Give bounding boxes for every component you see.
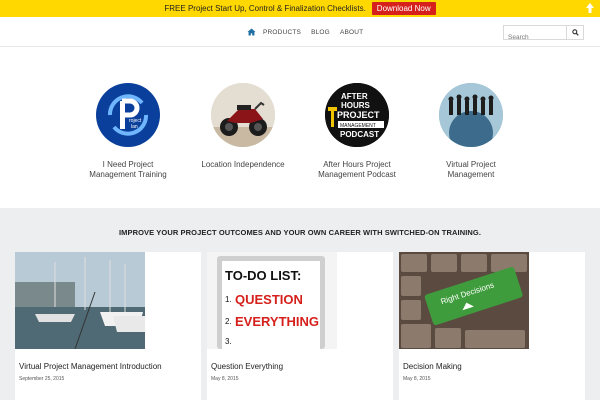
nav-item-products[interactable]: PRODUCTS	[263, 29, 301, 36]
podcast-logo: AFTER HOURS PROJECT MANAGEMENT PODCAST	[325, 83, 389, 147]
feature-label[interactable]: I Need Project Management Training	[68, 160, 188, 179]
todo-list-image: TO-DO LIST: 1. QUESTION 2. EVERYTHING 3.	[207, 252, 337, 349]
post-card[interactable]: Right Decisions Decision Making May 8, 2…	[399, 252, 585, 412]
search-input[interactable]	[504, 31, 564, 44]
feature-section: roject lan I Need Project Management Tra…	[0, 55, 600, 207]
team-photo	[439, 83, 503, 147]
posts-section: IMPROVE YOUR PROJECT OUTCOMES AND YOUR O…	[0, 208, 600, 412]
podcast-text-1: AFTER	[341, 92, 368, 101]
post-card[interactable]: TO-DO LIST: 1. QUESTION 2. EVERYTHING 3.…	[207, 252, 393, 412]
feature-label-line1: Location Independence	[201, 160, 285, 169]
feature-virtual-pm[interactable]: Virtual Project Management	[411, 83, 531, 179]
feature-label[interactable]: Location Independence	[183, 160, 303, 170]
post-date: May 8, 2015	[211, 376, 239, 382]
feature-label-line2: Management	[447, 169, 495, 179]
motorcycle-image	[211, 83, 275, 147]
podcast-text-5: PODCAST	[340, 130, 379, 139]
tagline: IMPROVE YOUR PROJECT OUTCOMES AND YOUR O…	[118, 228, 482, 237]
feature-pm-training[interactable]: roject lan I Need Project Management Tra…	[68, 83, 188, 179]
feature-label-line2: Management Podcast	[318, 169, 396, 179]
podcast-text-4: MANAGEMENT	[340, 123, 376, 129]
project-plan-logo: roject lan	[96, 83, 160, 147]
post-title[interactable]: Decision Making	[403, 362, 462, 371]
download-now-button[interactable]: Download Now	[371, 2, 436, 15]
logo-text-2: lan	[131, 124, 138, 130]
feature-podcast[interactable]: AFTER HOURS PROJECT MANAGEMENT PODCAST A…	[297, 83, 417, 179]
todo-item-1: QUESTION	[235, 292, 303, 307]
svg-text:2.: 2.	[225, 317, 232, 326]
nav-item-blog[interactable]: BLOG	[311, 29, 330, 36]
search-button[interactable]	[566, 26, 583, 39]
feature-label-line1: Virtual Project	[446, 160, 496, 169]
harbor-image	[15, 252, 145, 349]
todo-item-2: EVERYTHING	[235, 314, 319, 329]
post-date: September 25, 2015	[19, 376, 65, 382]
post-title[interactable]: Question Everything	[211, 362, 283, 371]
feature-label[interactable]: Virtual Project Management	[411, 160, 531, 179]
search-icon	[571, 29, 579, 36]
promo-text: FREE Project Start Up, Control & Finaliz…	[164, 4, 366, 13]
post-card[interactable]: Virtual Project Management Introduction …	[15, 252, 201, 412]
svg-text:3.: 3.	[225, 337, 232, 346]
post-title[interactable]: Virtual Project Management Introduction	[19, 362, 162, 371]
feature-label-line2: Management Training	[89, 169, 167, 179]
search-box	[503, 25, 584, 44]
keyboard-image: Right Decisions	[399, 252, 529, 349]
home-icon[interactable]	[247, 28, 256, 36]
main-nav: PRODUCTS BLOG ABOUT	[0, 17, 600, 47]
post-date: May 8, 2015	[403, 376, 431, 382]
arrow-up-icon[interactable]	[585, 2, 595, 14]
promo-bar: FREE Project Start Up, Control & Finaliz…	[0, 0, 600, 17]
podcast-text-2: HOURS	[341, 101, 371, 110]
feature-label[interactable]: After Hours Project Management Podcast	[297, 160, 417, 179]
podcast-text-3: PROJECT	[337, 110, 380, 120]
nav-item-about[interactable]: ABOUT	[340, 29, 363, 36]
feature-label-line1: After Hours Project	[323, 160, 391, 169]
todo-title: TO-DO LIST:	[225, 268, 301, 283]
feature-location-independence[interactable]: Location Independence	[183, 83, 303, 170]
feature-label-line1: I Need Project	[102, 160, 154, 169]
svg-text:1.: 1.	[225, 295, 232, 304]
